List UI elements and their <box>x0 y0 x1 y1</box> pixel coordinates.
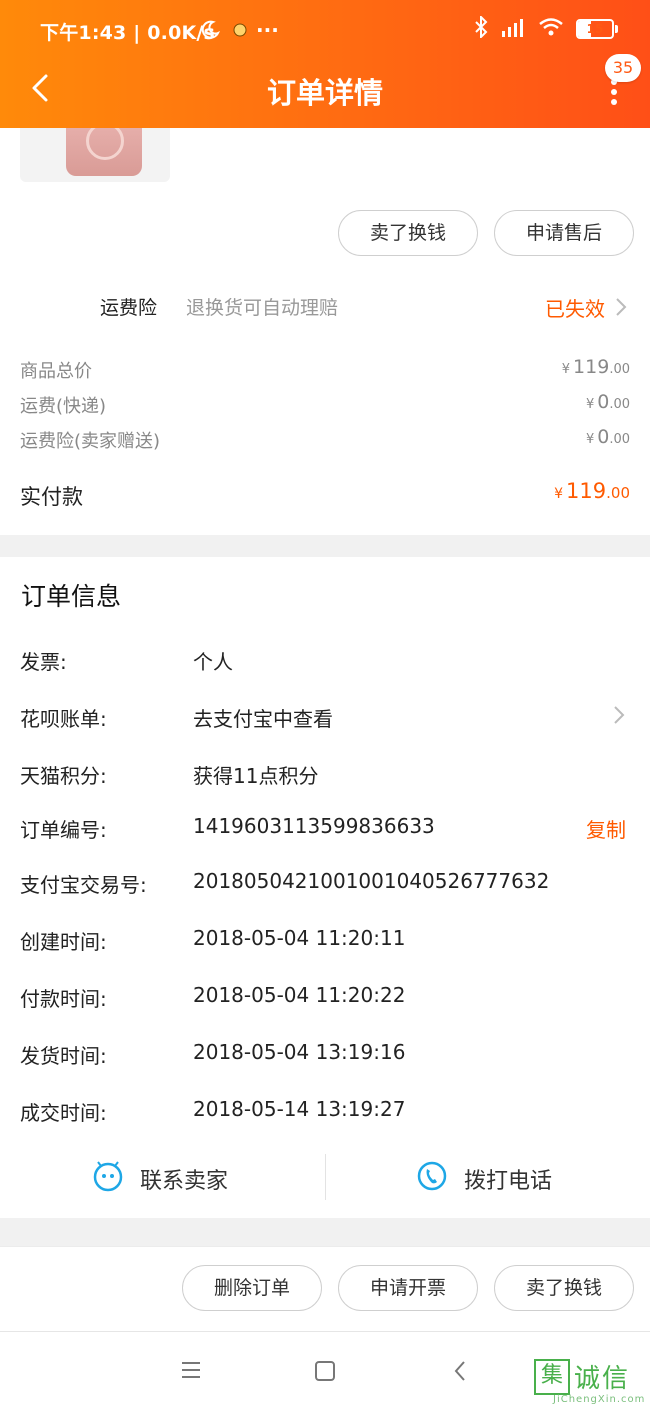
watermark-logo: 集 诚信 <box>534 1358 630 1395</box>
request-invoice-button[interactable]: 申请开票 <box>338 1265 478 1311</box>
paid-time-label: 付款时间: <box>20 987 107 1011</box>
call-phone-button[interactable]: 拨打电话 <box>416 1160 552 1198</box>
status-bar-text: 下午1:43 | 0.0K/s <box>40 22 216 44</box>
phone-icon <box>416 1160 448 1198</box>
total-paid-value: ¥119.00 <box>554 479 630 503</box>
alipay-trade-label: 支付宝交易号: <box>20 873 147 897</box>
contact-seller-button[interactable]: 联系卖家 <box>92 1160 228 1198</box>
contact-divider <box>325 1154 326 1200</box>
completed-time-label: 成交时间: <box>20 1101 107 1125</box>
signal-icon <box>500 17 526 41</box>
paid-time-value: 2018-05-04 11:20:22 <box>193 983 406 1007</box>
huabei-link[interactable]: 去支付宝中查看 <box>193 703 333 732</box>
chevron-right-icon <box>612 704 626 730</box>
copy-button[interactable]: 复制 <box>586 814 626 843</box>
back-nav-icon[interactable] <box>452 1359 468 1387</box>
price-value-insurance: ¥0.00 <box>585 426 630 448</box>
home-icon[interactable] <box>314 1360 336 1386</box>
notification-icon <box>232 22 248 42</box>
after-sale-button[interactable]: 申请售后 <box>494 210 634 256</box>
huabei-label: 花呗账单: <box>20 707 107 731</box>
created-time-label: 创建时间: <box>20 930 107 954</box>
wifi-icon <box>538 17 564 41</box>
insurance-label: 运费险 <box>100 297 158 319</box>
price-label-shipping: 运费(快递) <box>20 396 107 417</box>
delete-order-button[interactable]: 删除订单 <box>182 1265 322 1311</box>
price-label-insurance: 运费险(卖家赠送) <box>20 431 161 452</box>
call-phone-label: 拨打电话 <box>464 1169 553 1194</box>
more-menu-button[interactable] <box>606 78 622 108</box>
completed-time-value: 2018-05-14 13:19:27 <box>193 1097 406 1121</box>
contact-seller-label: 联系卖家 <box>140 1169 229 1194</box>
chevron-right-icon <box>614 296 628 322</box>
order-number-label: 订单编号: <box>20 818 107 842</box>
order-info-title: 订单信息 <box>21 582 122 611</box>
moon-icon <box>200 20 221 44</box>
more-status-icon: ··· <box>256 18 279 42</box>
bluetooth-icon <box>474 14 488 42</box>
status-icons: 15 <box>474 14 618 42</box>
header-bar: 下午1:43 | 0.0K/s ··· 15 订单详情 35 <box>0 0 650 128</box>
price-label-goods: 商品总价 <box>20 361 92 382</box>
order-number-value: 1419603113599836633 <box>193 814 435 838</box>
alipay-trade-value: 2018050421001001040526777632 <box>193 869 550 893</box>
total-paid-label: 实付款 <box>20 485 83 509</box>
shipped-time-label: 发货时间: <box>20 1044 107 1068</box>
tmall-points-value: 获得11点积分 <box>193 764 319 788</box>
invoice-label: 发票: <box>20 650 67 674</box>
shipped-time-value: 2018-05-04 13:19:16 <box>193 1040 406 1064</box>
section-divider <box>0 1218 650 1246</box>
message-badge[interactable]: 35 <box>605 54 641 82</box>
section-divider <box>0 535 650 557</box>
chat-face-icon <box>92 1160 124 1198</box>
invoice-value: 个人 <box>193 650 233 674</box>
created-time-value: 2018-05-04 11:20:11 <box>193 926 406 950</box>
tmall-points-label: 天猫积分: <box>20 764 107 788</box>
product-thumbnail[interactable] <box>20 128 170 182</box>
more-vertical-icon <box>611 79 617 105</box>
sell-for-cash-button-bottom[interactable]: 卖了换钱 <box>494 1265 634 1311</box>
insurance-status[interactable]: 已失效 <box>545 293 605 322</box>
page-title: 订单详情 <box>266 76 383 110</box>
price-value-goods: ¥119.00 <box>561 356 630 378</box>
sell-for-cash-button[interactable]: 卖了换钱 <box>338 210 478 256</box>
price-value-shipping: ¥0.00 <box>585 391 630 413</box>
menu-icon[interactable] <box>180 1360 202 1384</box>
battery-icon: 15 <box>576 19 618 39</box>
watermark-url: JiChengXin.com <box>553 1394 646 1405</box>
insurance-description: 退换货可自动理赔 <box>186 297 339 319</box>
